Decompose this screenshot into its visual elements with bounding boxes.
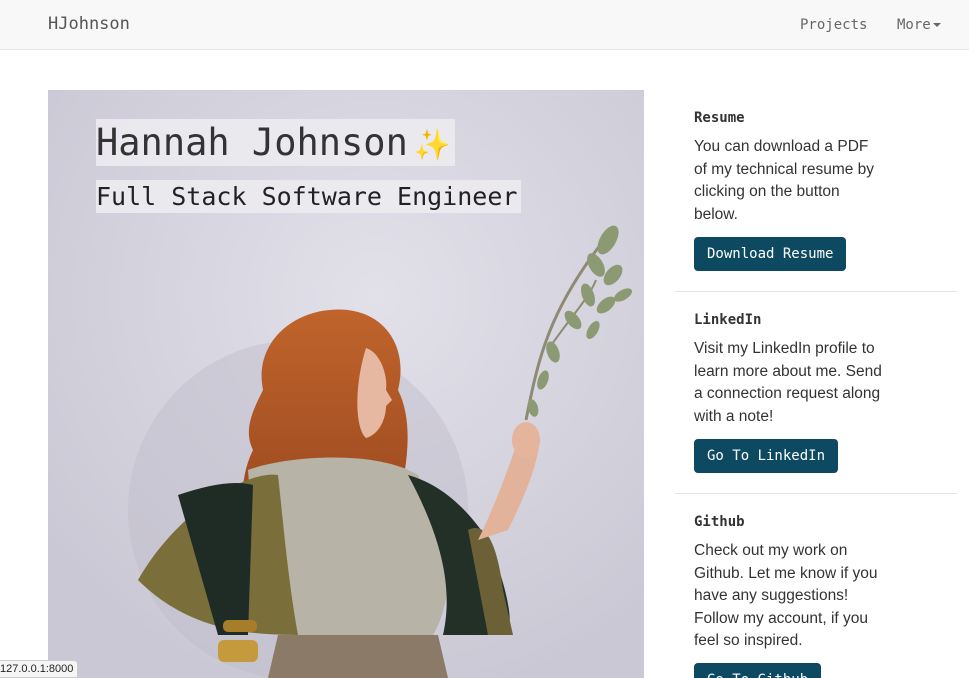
portrait-photo xyxy=(48,90,644,678)
hero-name: Hannah Johnson xyxy=(96,121,408,164)
go-to-github-button[interactable]: Go To Github xyxy=(694,663,822,678)
browser-status-url: 127.0.0.1:8000 xyxy=(0,660,79,678)
sparkles-icon: ✨ xyxy=(413,128,452,163)
nav-more-label: More xyxy=(897,17,931,33)
top-navbar: HJohnson Projects More xyxy=(0,0,969,50)
caret-down-icon xyxy=(932,23,941,27)
github-card: Github Check out my work on Github. Let … xyxy=(675,494,957,678)
github-text: Check out my work on Github. Let me know… xyxy=(694,542,878,650)
resume-card: Resume You can download a PDF of my tech… xyxy=(675,90,957,290)
linkedin-heading: LinkedIn xyxy=(694,312,762,328)
linkedin-card: LinkedIn Visit my LinkedIn profile to le… xyxy=(675,292,957,492)
download-resume-button[interactable]: Download Resume xyxy=(694,237,847,271)
nav-more-dropdown[interactable]: More xyxy=(897,17,941,33)
hero-title: Hannah Johnson ✨ xyxy=(96,119,456,166)
linkedin-text: Visit my LinkedIn profile to learn more … xyxy=(694,340,882,425)
github-heading: Github xyxy=(694,514,745,530)
resume-heading: Resume xyxy=(694,110,745,126)
brand-link[interactable]: HJohnson xyxy=(48,14,130,34)
hero-subtitle: Full Stack Software Engineer xyxy=(96,180,522,213)
nav-projects-label: Projects xyxy=(800,17,868,33)
go-to-linkedin-button[interactable]: Go To LinkedIn xyxy=(694,439,839,473)
nav-projects-link[interactable]: Projects xyxy=(800,17,867,33)
resume-text: You can download a PDF of my technical r… xyxy=(694,138,875,223)
hero-photo-panel: Hannah Johnson ✨ Full Stack Software Engi… xyxy=(48,90,644,678)
